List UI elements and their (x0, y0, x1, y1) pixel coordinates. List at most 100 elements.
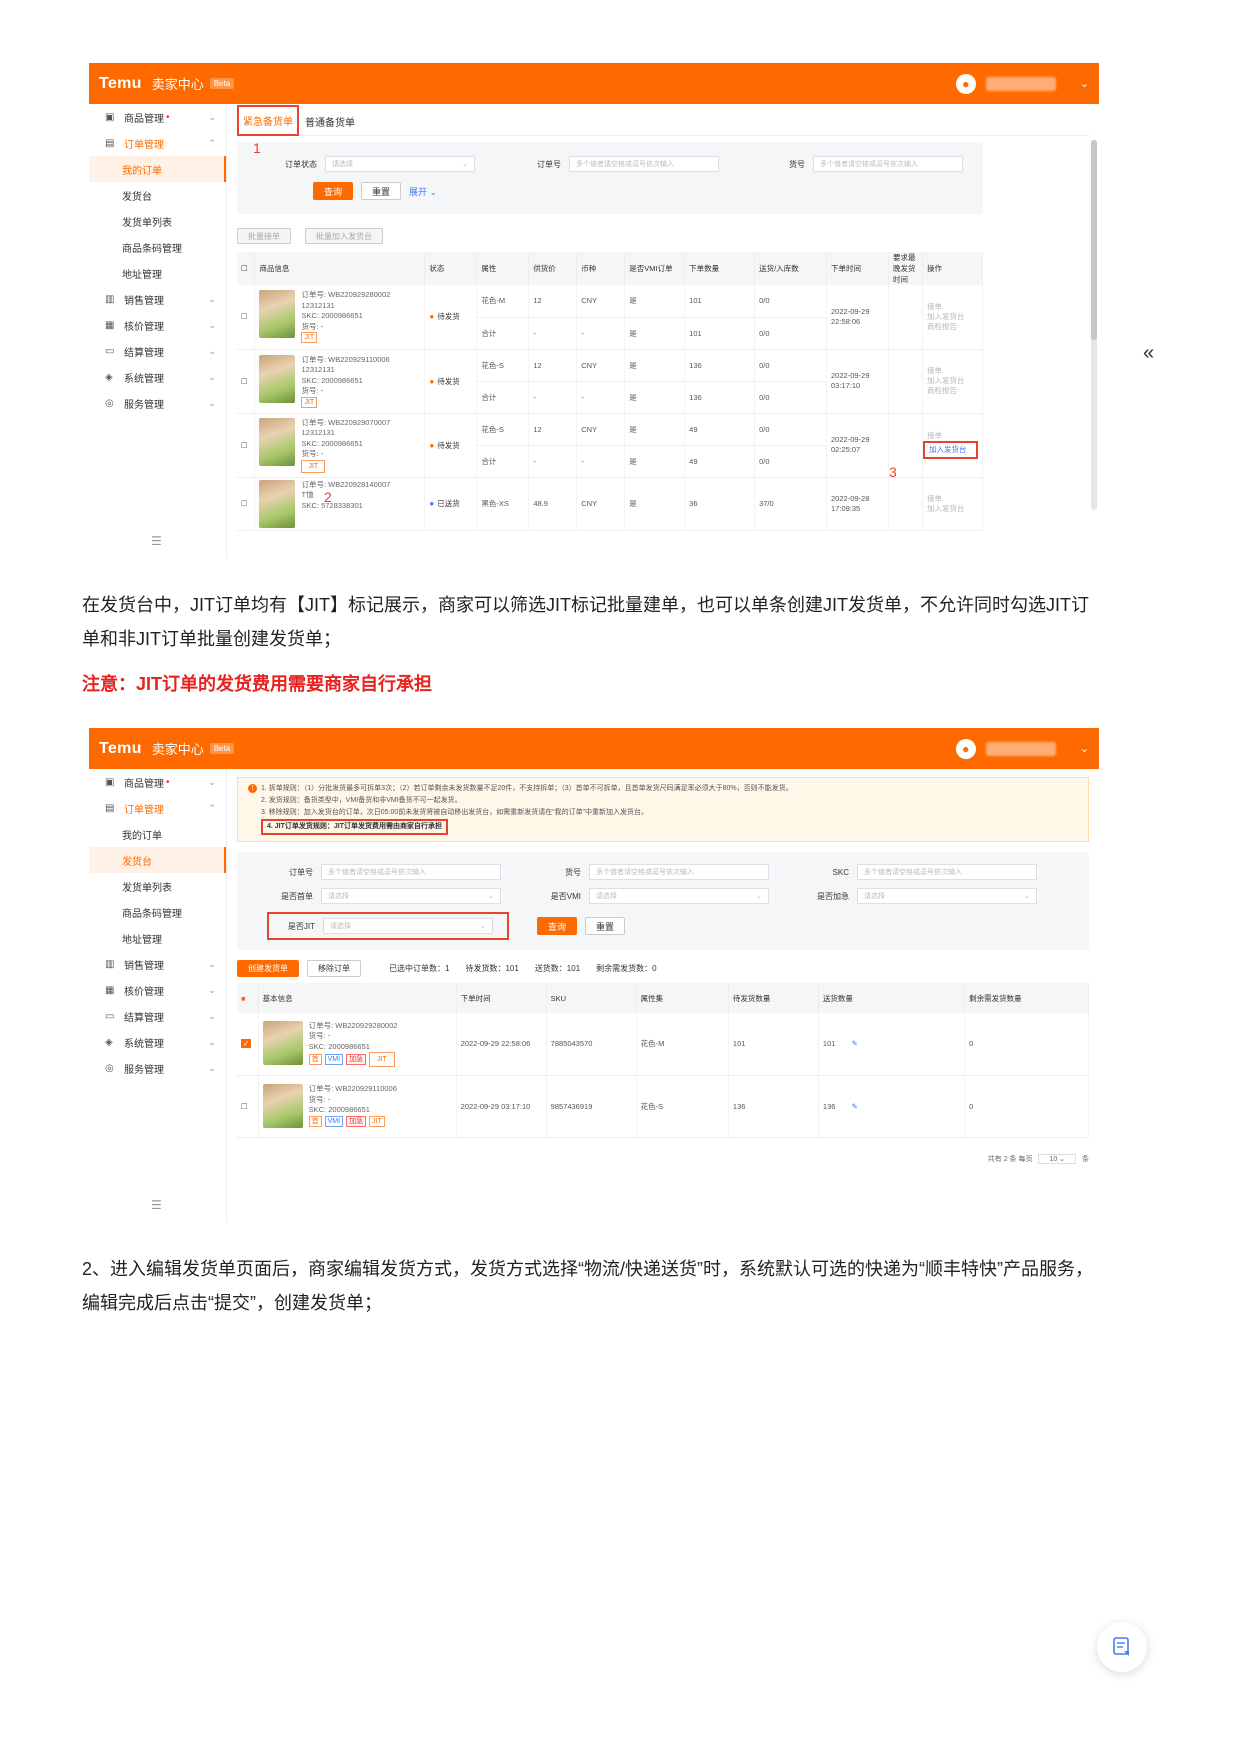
batch-add-shipping-button[interactable]: 批量加入发货台 (305, 228, 383, 244)
row-checkbox[interactable]: ☐ (237, 349, 256, 414)
sidebar-subitem-4[interactable]: 发货单列表 (89, 208, 226, 234)
order-status-select[interactable]: 请选择 ⌄ (325, 156, 475, 172)
pager-total: 共有 2 条 (987, 1155, 1017, 1163)
select-all-checkbox[interactable]: ■ (237, 983, 259, 1013)
urgent-select[interactable]: 请选择 ⌄ (857, 888, 1037, 904)
collapse-panel-icon[interactable]: « (1143, 342, 1154, 365)
price-cell: 48.9 (528, 477, 578, 531)
sidebar-subitem-6[interactable]: 地址管理 (89, 260, 226, 286)
sidebar-subitem-6[interactable]: 地址管理 (89, 925, 226, 951)
attr-cell: 合计 (476, 317, 530, 350)
sidebar-item-8[interactable]: ▦ 核价管理 ⌄ (89, 977, 226, 1003)
bell-icon[interactable]: ● (955, 738, 976, 759)
system-icon: ◈ (105, 371, 113, 383)
column-header: 商品信息 (254, 252, 426, 285)
op-link[interactable]: 接单 (927, 431, 978, 441)
skc-input[interactable]: 多个值者请空格或逗号依次输入 (857, 864, 1037, 880)
new-dot: • (166, 111, 170, 123)
qty-cell: 49 (684, 445, 756, 478)
feedback-button[interactable] (1097, 1622, 1147, 1672)
sidebar-item-8[interactable]: ▦ 核价管理 ⌄ (89, 312, 226, 338)
sidebar-item-10[interactable]: ◈ 系统管理 ⌄ (89, 364, 226, 390)
remove-order-button[interactable]: 移除订单 (307, 960, 361, 977)
account-name[interactable] (985, 76, 1056, 91)
price-icon: ▦ (105, 984, 115, 996)
op-link[interactable]: 接单 (927, 494, 978, 504)
bell-icon[interactable]: ● (955, 73, 976, 94)
chevron-down-icon: ⌄ (480, 923, 486, 930)
reset-button[interactable]: 重置 (585, 917, 626, 935)
select-all-checkbox[interactable]: ☐ (237, 252, 256, 285)
op-link[interactable]: 商检报告 (927, 386, 978, 396)
chevron-down-icon[interactable]: ⌄ (1080, 742, 1089, 755)
query-button[interactable]: 查询 (537, 917, 578, 935)
op-link[interactable]: 接单 (927, 302, 978, 312)
op-link[interactable]: 加入发货台 (927, 312, 978, 322)
tab-normal-stock[interactable]: 普通备货单 (299, 114, 361, 135)
reset-button[interactable]: 重置 (361, 182, 402, 200)
price-cell: 12 (528, 349, 578, 382)
tab-bar: 紧急备货单 普通备货单 (237, 105, 1089, 136)
brand-logo: Temu (99, 74, 142, 92)
sales-icon: ▥ (105, 293, 115, 305)
edit-icon[interactable]: ✎ (852, 1102, 858, 1111)
column-header: 送货/入库数 (754, 252, 828, 285)
product-code: 12312131 (301, 300, 335, 310)
sidebar-item-0[interactable]: ▣ 商品管理 • ⌄ (89, 769, 226, 795)
sidebar-item-7[interactable]: ▥ 销售管理 ⌄ (89, 286, 226, 312)
expand-link[interactable]: 展开 ⌄ (409, 185, 437, 198)
sidebar-item-10[interactable]: ◈ 系统管理 ⌄ (89, 1029, 226, 1055)
first-order-select[interactable]: 请选择 ⌄ (321, 888, 501, 904)
sidebar-item-11[interactable]: ◎ 服务管理 ⌄ (89, 390, 226, 416)
row-checkbox[interactable]: ☐ (237, 477, 256, 531)
order-number-input[interactable]: 多个值者请空格或逗号依次输入 (321, 864, 501, 880)
jit-select[interactable]: 请选择 ⌄ (323, 918, 493, 934)
edit-icon[interactable]: ✎ (852, 1039, 858, 1048)
sidebar-subitem-4[interactable]: 发货单列表 (89, 873, 226, 899)
sidebar-item-9[interactable]: ▭ 结算管理 ⌄ (89, 338, 226, 364)
tab-urgent-stock[interactable]: 紧急备货单 (237, 105, 299, 136)
goods-number-input[interactable]: 多个值者请空格或逗号依次输入 (813, 156, 963, 172)
sidebar-subitem-5[interactable]: 商品条码管理 (89, 899, 226, 925)
menu-collapse-icon[interactable]: ☰ (151, 534, 162, 548)
op-link[interactable]: 加入发货台 (927, 376, 978, 386)
sidebar-item-11[interactable]: ◎ 服务管理 ⌄ (89, 1055, 226, 1081)
new-dot: • (166, 776, 170, 788)
order-time-cell: 2022-09-29 03:17:10 (826, 349, 889, 414)
page-size-select[interactable]: 10 ⌄ (1038, 1153, 1077, 1164)
op-link[interactable]: 接单 (927, 366, 978, 376)
sidebar-subitem-5[interactable]: 商品条码管理 (89, 234, 226, 260)
row-checkbox[interactable]: ☐ (237, 1075, 259, 1138)
goods-number-input[interactable]: 多个值者请空格或逗号依次输入 (589, 864, 769, 880)
op-link[interactable]: 商检报告 (927, 322, 978, 332)
query-button[interactable]: 查询 (313, 182, 354, 200)
op-link[interactable]: 加入发货台 (922, 441, 978, 459)
main-content: 紧急备货单 普通备货单 1 订单状态 请选择 ⌄ 订单号 多个值者请空格或逗号依次… (227, 104, 1099, 558)
order-status-label: 订单状态 (285, 159, 317, 169)
chevron-down-icon[interactable]: ⌄ (1080, 77, 1089, 90)
sidebar-subitem-3[interactable]: 发货台 (89, 182, 226, 208)
batch-accept-button[interactable]: 批量接单 (237, 228, 291, 244)
sidebar-item-9[interactable]: ▭ 结算管理 ⌄ (89, 1003, 226, 1029)
sidebar-subitem-3[interactable]: 发货台 (89, 847, 226, 873)
sidebar-item-1[interactable]: ▤ 订单管理 ⌃ (89, 130, 226, 156)
row-checkbox[interactable]: ☐ (237, 413, 256, 478)
sidebar-item-label: 结算管理 (124, 347, 164, 359)
sidebar-subitem-2[interactable]: 我的订单 (89, 821, 226, 847)
scrollbar[interactable] (1091, 140, 1097, 510)
account-name[interactable] (985, 741, 1056, 756)
filter-panel: 订单状态 请选择 ⌄ 订单号 多个值者请空格或逗号依次输入 货号 多个值者请空格或… (237, 142, 983, 214)
menu-collapse-icon[interactable]: ☰ (151, 1198, 162, 1212)
column-header: SKU (546, 983, 637, 1013)
sidebar-item-1[interactable]: ▤ 订单管理 ⌃ (89, 795, 226, 821)
goods-number: 货号: - (301, 386, 324, 395)
sidebar-item-0[interactable]: ▣ 商品管理 • ⌄ (89, 104, 226, 130)
op-link[interactable]: 加入发货台 (927, 504, 978, 514)
sidebar-subitem-2[interactable]: 我的订单 (89, 156, 226, 182)
row-checkbox[interactable]: ☐ (237, 285, 256, 350)
create-shipment-button[interactable]: 创建发货单 (237, 960, 299, 977)
sidebar-item-7[interactable]: ▥ 销售管理 ⌄ (89, 951, 226, 977)
order-number-input[interactable]: 多个值者请空格或逗号依次输入 (569, 156, 719, 172)
row-checkbox[interactable]: ✓ (237, 1013, 259, 1076)
vmi-select[interactable]: 请选择 ⌄ (589, 888, 769, 904)
